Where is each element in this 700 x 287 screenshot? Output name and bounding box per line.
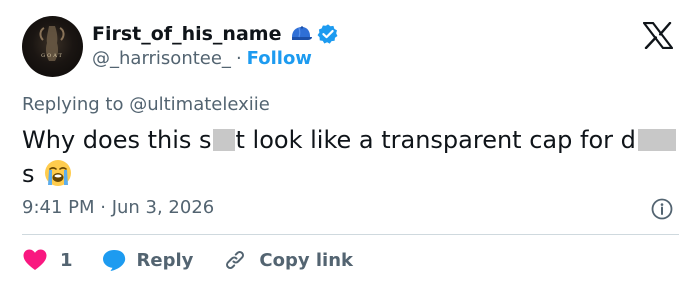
follow-button[interactable]: Follow <box>247 48 312 69</box>
tweet-text-part3: s <box>22 160 35 188</box>
author-name-row: First_of_his_name <box>92 21 339 47</box>
censor-block <box>212 129 235 151</box>
replying-to: Replying to @ultimatelexiie <box>22 94 270 115</box>
heart-icon <box>22 248 48 272</box>
reply-button[interactable]: Reply <box>101 248 194 272</box>
tweet-text-part2: t look like a transparent cap for d <box>235 126 636 154</box>
reply-label: Reply <box>136 249 194 271</box>
handle-separator: · <box>235 48 242 69</box>
tweet-text: Why does this s t look like a transparent… <box>22 123 682 191</box>
svg-text:GOAT: GOAT <box>41 53 64 59</box>
tweet-embed: GOAT First_of_his_name @_harrisontee_ · … <box>0 0 700 287</box>
tweet-timestamp[interactable]: 9:41 PM · Jun 3, 2026 <box>22 197 214 218</box>
x-logo-icon[interactable] <box>642 21 674 50</box>
display-name[interactable]: First_of_his_name <box>92 23 281 45</box>
author-handle-row: @_harrisontee_ · Follow <box>92 48 312 69</box>
verified-badge-icon <box>317 23 339 45</box>
copy-link-button[interactable]: Copy link <box>223 248 353 272</box>
censor-block <box>637 129 676 151</box>
author-handle[interactable]: @_harrisontee_ <box>92 48 231 69</box>
loudly-crying-face-icon <box>43 158 73 188</box>
replying-prefix: Replying to <box>22 94 124 115</box>
action-bar: 1 Reply Copy link <box>22 244 353 276</box>
tweet-text-part1: Why does this s <box>22 126 212 154</box>
copy-link-label: Copy link <box>259 249 353 271</box>
replying-mention[interactable]: @ultimatelexiie <box>129 94 270 115</box>
like-button[interactable]: 1 <box>22 248 73 272</box>
info-icon[interactable] <box>650 197 674 221</box>
blue-cap-icon <box>289 24 313 44</box>
divider <box>22 234 679 235</box>
avatar[interactable]: GOAT <box>22 16 83 77</box>
like-count: 1 <box>60 249 73 271</box>
reply-bubble-icon <box>101 248 127 272</box>
link-icon <box>223 248 247 272</box>
